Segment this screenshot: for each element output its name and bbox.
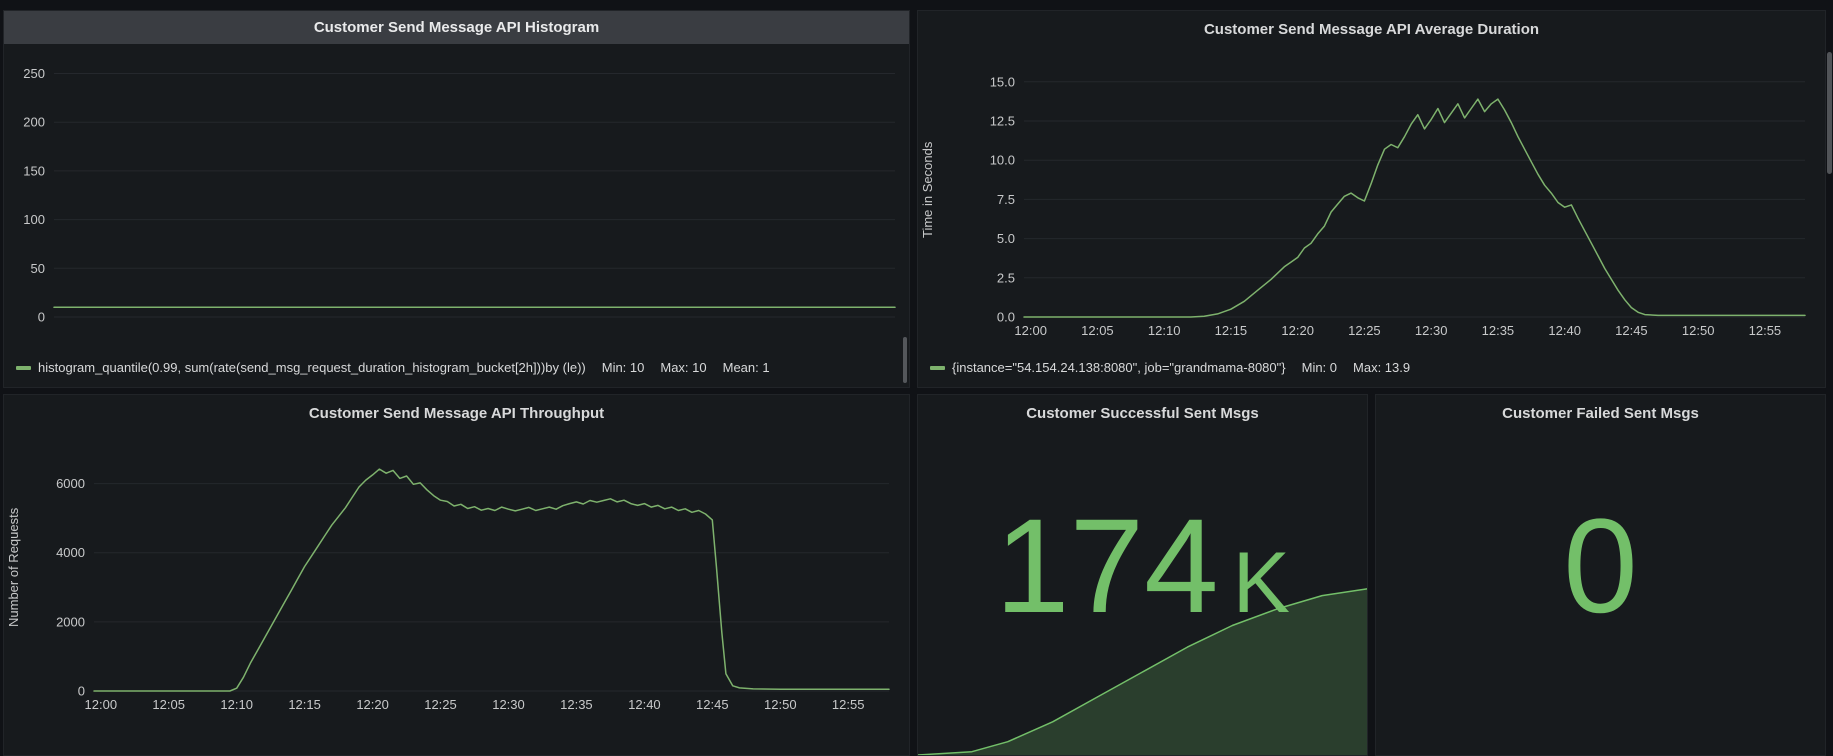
svg-text:12:20: 12:20 [1281,323,1314,338]
svg-text:12:25: 12:25 [424,697,457,712]
svg-text:12:15: 12:15 [1215,323,1248,338]
svg-text:12:15: 12:15 [288,697,321,712]
svg-text:5.0: 5.0 [997,231,1015,246]
svg-text:15.0: 15.0 [990,74,1015,89]
svg-text:12.5: 12.5 [990,114,1015,129]
svg-text:12:45: 12:45 [696,697,729,712]
panel-title-throughput[interactable]: Customer Send Message API Throughput [4,395,909,431]
svg-text:10.0: 10.0 [990,153,1015,168]
svg-text:200: 200 [23,115,45,130]
histogram-graph[interactable]: 0 50 100 150 200 250 [4,44,909,350]
panel-title-failed-msgs[interactable]: Customer Failed Sent Msgs [1376,395,1825,431]
panel-avg-duration: Customer Send Message API Average Durati… [917,10,1826,388]
throughput-graph[interactable]: 020004000600012:0012:0512:1012:1512:2012… [4,429,909,725]
svg-text:12:30: 12:30 [1415,323,1448,338]
panel-title-avg-duration[interactable]: Customer Send Message API Average Durati… [918,11,1825,47]
svg-text:12:55: 12:55 [832,697,865,712]
svg-text:150: 150 [23,163,45,178]
histogram-legend-min: Min: 10 [602,360,645,375]
failed-msgs-value: 0 [1376,500,1825,634]
legend-series-swatch-icon [16,366,31,370]
svg-text:0.0: 0.0 [997,310,1015,325]
failed-msgs-number: 0 [1563,500,1638,634]
svg-text:12:00: 12:00 [1014,323,1047,338]
svg-text:12:50: 12:50 [764,697,797,712]
avg-duration-legend-max: Max: 13.9 [1353,360,1410,375]
svg-text:12:30: 12:30 [492,697,525,712]
avg-duration-legend-label[interactable]: {instance="54.154.24.138:8080", job="gra… [952,360,1286,375]
svg-text:12:25: 12:25 [1348,323,1381,338]
avg-duration-graph[interactable]: 0.0 2.5 5.0 7.5 10.0 12.5 15.0 12:00 12:05 12:10 1… [918,47,1825,351]
panel-failed-msgs: Customer Failed Sent Msgs 0 [1375,394,1826,756]
avg-duration-legend-min: Min: 0 [1302,360,1337,375]
legend-series-swatch-icon [930,366,945,370]
page-scrollbar[interactable] [1827,52,1832,174]
svg-text:12:05: 12:05 [152,697,185,712]
panel-histogram: Customer Send Message API Histogram 0 50 1… [3,10,910,388]
histogram-legend-label[interactable]: histogram_quantile(0.99, sum(rate(send_m… [38,360,586,375]
svg-text:0: 0 [38,310,45,325]
svg-text:12:00: 12:00 [85,697,118,712]
svg-text:12:35: 12:35 [560,697,593,712]
panel-title-successful-msgs[interactable]: Customer Successful Sent Msgs [918,395,1367,431]
avg-duration-legend[interactable]: {instance="54.154.24.138:8080", job="gra… [930,360,1815,375]
histogram-legend-mean: Mean: 1 [723,360,770,375]
svg-text:12:05: 12:05 [1081,323,1114,338]
svg-text:12:40: 12:40 [1548,323,1581,338]
panel-successful-msgs: Customer Successful Sent Msgs 174 K [917,394,1368,756]
svg-text:100: 100 [23,212,45,227]
svg-text:7.5: 7.5 [997,192,1015,207]
svg-text:50: 50 [31,261,45,276]
svg-text:12:10: 12:10 [220,697,253,712]
svg-text:12:55: 12:55 [1749,323,1782,338]
histogram-legend[interactable]: histogram_quantile(0.99, sum(rate(send_m… [16,360,899,375]
svg-text:12:45: 12:45 [1615,323,1648,338]
legend-scrollbar[interactable] [903,337,907,383]
svg-text:2000: 2000 [56,614,85,629]
svg-text:12:35: 12:35 [1482,323,1515,338]
svg-text:4000: 4000 [56,545,85,560]
svg-text:6000: 6000 [56,476,85,491]
svg-text:12:40: 12:40 [628,697,661,712]
svg-text:12:20: 12:20 [356,697,389,712]
histogram-legend-max: Max: 10 [660,360,706,375]
panel-title-histogram[interactable]: Customer Send Message API Histogram [4,11,909,44]
panel-throughput: Customer Send Message API Throughput Num… [3,394,910,756]
svg-text:250: 250 [23,66,45,81]
successful-msgs-sparkline [918,565,1367,755]
svg-text:2.5: 2.5 [997,270,1015,285]
svg-text:12:50: 12:50 [1682,323,1715,338]
svg-text:12:10: 12:10 [1148,323,1181,338]
